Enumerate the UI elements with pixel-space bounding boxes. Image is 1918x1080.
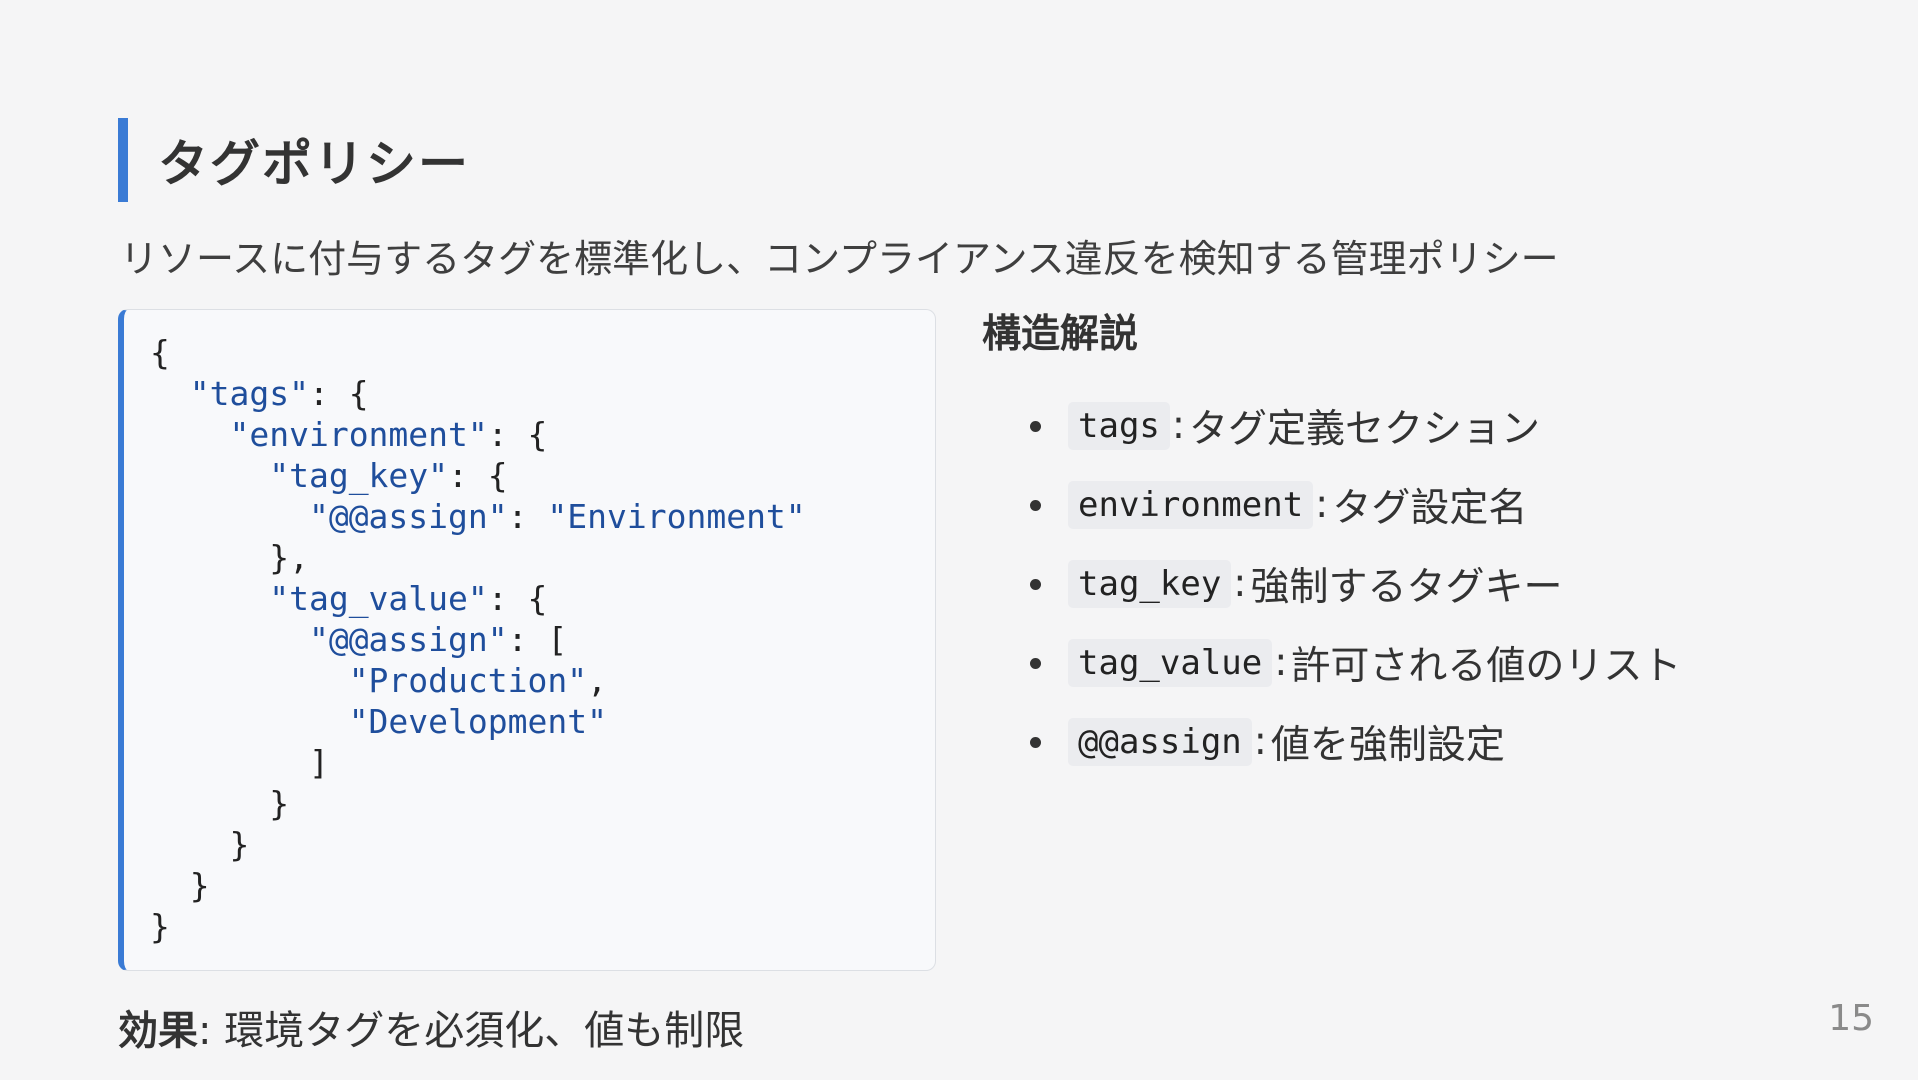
bullet-icon — [1030, 737, 1041, 748]
code-string: "@@assign" — [308, 497, 508, 536]
explanation-list: tags: タグ定義セクション environment: タグ設定名 tag_key… — [982, 386, 1862, 781]
code-line: "@@assign": "Environment" — [308, 497, 806, 536]
code-line: } — [150, 784, 290, 823]
code-string: "tag_value" — [269, 579, 488, 618]
list-item: tag_key: 強制するタグキー — [982, 544, 1862, 623]
structure-explanation: 構造解説 tags: タグ定義セクション environment: タグ設定名 ta… — [982, 308, 1862, 781]
code-string: "Development" — [348, 702, 607, 741]
list-item: environment: タグ設定名 — [982, 465, 1862, 544]
bullet-icon — [1030, 500, 1041, 511]
bullet-icon — [1030, 658, 1041, 669]
item-text: 値を強制設定 — [1270, 722, 1505, 768]
item-code: @@assign — [1068, 717, 1252, 766]
page-subtitle: リソースに付与するタグを標準化し、コンプライアンス違反を検知する管理ポリシー — [120, 237, 1559, 281]
item-code: tag_value — [1068, 638, 1273, 687]
effect-text: 環境タグを必須化、値も制限 — [224, 1008, 745, 1054]
code-string: "environment" — [229, 415, 488, 454]
code-content: { "tags": { "environment": { "tag_key": … — [150, 332, 935, 947]
code-line: "Development" — [150, 702, 607, 741]
explanation-heading: 構造解説 — [982, 312, 1139, 357]
code-string: "@@assign" — [308, 620, 508, 659]
item-text: 許可される値のリスト — [1291, 643, 1682, 689]
item-code: tag_key — [1068, 559, 1232, 608]
code-string: "Production" — [348, 661, 588, 700]
code-string: "Environment" — [547, 497, 806, 536]
item-text: タグ設定名 — [1332, 485, 1528, 531]
item-code: environment — [1068, 480, 1314, 529]
code-line: } — [150, 825, 250, 864]
title-bar: タグポリシー — [118, 118, 470, 202]
code-line: }, — [150, 538, 309, 577]
item-text: タグ定義セクション — [1189, 406, 1541, 452]
code-block: { "tags": { "environment": { "tag_key": … — [118, 309, 936, 971]
code-line: "tags": { — [189, 374, 369, 413]
bullet-icon — [1030, 421, 1041, 432]
code-line: "tag_value": { — [269, 579, 548, 618]
code-line: } — [150, 866, 210, 905]
code-string: "tags" — [189, 374, 309, 413]
code-line: { — [150, 333, 170, 372]
code-line: } — [150, 907, 170, 946]
code-line: "Production", — [348, 661, 607, 700]
code-string: "tag_key" — [269, 456, 449, 495]
code-line: ] — [150, 743, 329, 782]
bullet-icon — [1030, 579, 1041, 590]
list-item: tags: タグ定義セクション — [982, 386, 1862, 465]
list-item: @@assign: 値を強制設定 — [982, 702, 1862, 781]
item-text: 強制するタグキー — [1250, 564, 1563, 610]
effect-label: 効果 — [118, 1008, 198, 1054]
page-title: タグポリシー — [158, 135, 470, 193]
code-line: "@@assign": [ — [308, 620, 568, 659]
effect-note: 効果: 環境タグを必須化、値も制限 — [118, 1008, 745, 1054]
item-code: tags — [1068, 401, 1170, 450]
code-line: "environment": { — [229, 415, 548, 454]
page-number: 15 — [1828, 998, 1874, 1039]
code-line: "tag_key": { — [269, 456, 508, 495]
list-item: tag_value: 許可される値のリスト — [982, 623, 1862, 702]
